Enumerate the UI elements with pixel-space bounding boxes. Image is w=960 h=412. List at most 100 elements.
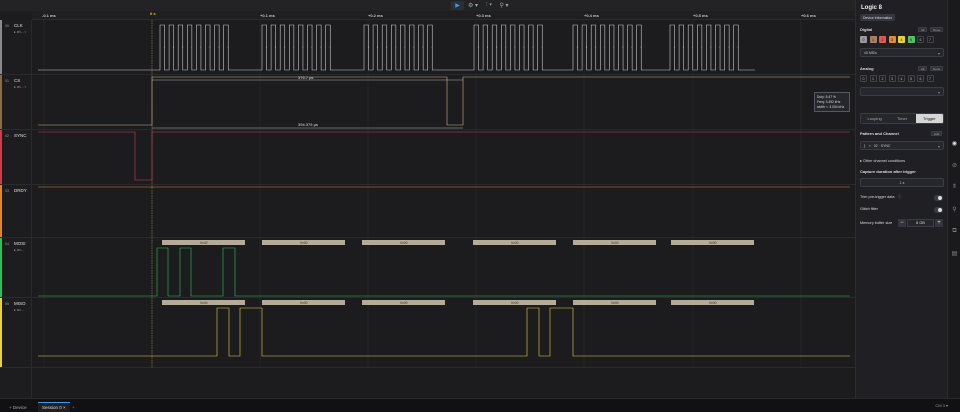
digital-channel-1[interactable]: 1 bbox=[869, 36, 877, 43]
add-session-button[interactable]: + bbox=[68, 402, 79, 412]
clk-edge-arrow: ↓ bbox=[613, 45, 615, 49]
decoded-byte-value: 0x00 bbox=[300, 301, 308, 305]
clk-edge-arrow: ↓ bbox=[377, 45, 379, 49]
mosi-decoded-bytes[interactable]: 0x42 0x00 0x00 0x00 0x00 0x00 bbox=[162, 240, 754, 245]
digital-channel-2[interactable]: 2 bbox=[879, 36, 886, 43]
digital-all-button[interactable]: All bbox=[918, 27, 928, 32]
marker-button[interactable]: ⚲ ▾ bbox=[498, 1, 510, 10]
cs-waveform bbox=[38, 76, 850, 126]
analog-channel-1[interactable]: 1 bbox=[869, 75, 877, 82]
clk-edge-arrow: ↓ bbox=[200, 45, 202, 49]
extensions-icon[interactable]: ⧉ bbox=[951, 228, 958, 235]
measurements-icon[interactable]: ⫪ bbox=[951, 184, 958, 191]
digital-sample-rate-select[interactable]: 40 MS/s ▾ bbox=[860, 48, 944, 57]
marker-icon: ⚲ ▾ bbox=[499, 3, 509, 9]
analog-channel-6[interactable]: 6 bbox=[917, 75, 924, 82]
clk-waveform bbox=[38, 24, 755, 71]
clk-edge-arrow: ↓ bbox=[683, 45, 685, 49]
capture-duration-label: Capture duration after trigger bbox=[860, 169, 916, 174]
miso-decoded-bytes[interactable]: 0x04 0x00 0x00 0x00 0x00 0x00 bbox=[162, 300, 754, 305]
analog-channel-7[interactable]: 7 bbox=[926, 75, 934, 82]
pattern-add-button[interactable]: Add bbox=[931, 131, 943, 136]
digital-channel-0[interactable]: 0 bbox=[860, 36, 867, 43]
trigger-channel-value: 02 · SYNC bbox=[873, 143, 891, 148]
clk-edge-arrow: ↓ bbox=[329, 45, 331, 49]
decoded-byte-value: 0x00 bbox=[511, 241, 519, 245]
capture-duration-input[interactable]: 1 s bbox=[860, 178, 944, 187]
clk-edge-arrow: ↓ bbox=[586, 45, 588, 49]
notes-icon[interactable]: ▤ bbox=[951, 250, 958, 257]
analog-channel-0[interactable]: 0 bbox=[860, 75, 867, 82]
trigger-settings-button[interactable]: ⫶ ▾ bbox=[482, 1, 496, 10]
digital-channel-4[interactable]: 4 bbox=[898, 36, 905, 43]
device-icon[interactable]: ◉ bbox=[951, 140, 958, 147]
decoded-byte-value: 0x00 bbox=[400, 301, 408, 305]
decoded-byte-value: 0x00 bbox=[400, 241, 408, 245]
clk-edge-arrow: ↓ bbox=[719, 45, 721, 49]
decoded-byte-value: 0x00 bbox=[511, 301, 519, 305]
device-tab[interactable]: + Device bbox=[5, 402, 31, 412]
device-settings-button[interactable]: ⚙ ▾ bbox=[467, 1, 479, 10]
glitch-filter-toggle[interactable] bbox=[934, 207, 943, 213]
digital-channel-5[interactable]: 5 bbox=[907, 36, 915, 43]
clk-edge-arrow: ↓ bbox=[275, 45, 277, 49]
tab-timer[interactable]: Timer bbox=[888, 114, 916, 123]
clk-edge-arrow: ↓ bbox=[266, 45, 268, 49]
clk-edge-arrow: ↓ bbox=[737, 45, 739, 49]
info-icon[interactable]: ⓘ bbox=[898, 195, 902, 200]
digital-channel-7[interactable]: 7 bbox=[926, 36, 934, 43]
clk-edge-arrow: ↓ bbox=[532, 45, 534, 49]
memory-buffer-label: Memory buffer size bbox=[860, 221, 893, 225]
clk-edge-arrow: ↓ bbox=[191, 45, 193, 49]
clk-edge-arrow: ↓ bbox=[577, 45, 579, 49]
digital-channel-3[interactable]: 3 bbox=[888, 36, 896, 43]
memory-decrease-button[interactable]: − bbox=[898, 219, 906, 227]
clk-edge-arrow: ↓ bbox=[541, 45, 543, 49]
decoded-byte-value: 0x42 bbox=[200, 241, 208, 245]
ruler-tick: +0.4 ms bbox=[584, 13, 599, 18]
decoded-byte-value: 0x00 bbox=[709, 301, 717, 305]
start-capture-button[interactable]: ▶ bbox=[451, 1, 464, 10]
trim-pretrigger-toggle[interactable] bbox=[934, 195, 943, 201]
clk-edge-arrow: ↓ bbox=[284, 45, 286, 49]
analog-channel-4[interactable]: 4 bbox=[898, 75, 905, 82]
side-icon-strip: ◉ ⊘ ⫪ ⚲ ⧉ ▤ bbox=[947, 0, 960, 398]
analog-sample-rate-select[interactable]: ▾ bbox=[860, 87, 944, 96]
analog-channel-2[interactable]: 2 bbox=[879, 75, 886, 82]
digital-channel-6[interactable]: 6 bbox=[917, 36, 924, 43]
trigger-channel-select[interactable]: ∫ ▾ 02 · SYNC ▾ bbox=[860, 141, 944, 150]
tab-trigger[interactable]: Trigger bbox=[915, 114, 943, 123]
rising-edge-icon[interactable]: ∫ bbox=[864, 144, 865, 148]
annotations-icon[interactable]: ⚲ bbox=[951, 206, 958, 213]
tab-looping[interactable]: Looping bbox=[861, 114, 889, 123]
analog-channel-5[interactable]: 5 bbox=[907, 75, 915, 82]
clk-edge-arrow: ↓ bbox=[395, 45, 397, 49]
analog-none-button[interactable]: None bbox=[930, 66, 944, 71]
mosi-waveform bbox=[38, 247, 850, 297]
digital-none-button[interactable]: None bbox=[930, 27, 944, 32]
time-grid bbox=[43, 20, 802, 368]
clk-edge-arrow: ↓ bbox=[514, 45, 516, 49]
memory-buffer-value[interactable]: 8 GB bbox=[907, 219, 934, 227]
top-toolbar: ▶ ⚙ ▾ ⫶ ▾ ⚲ ▾ bbox=[0, 0, 855, 11]
decoded-byte-value: 0x00 bbox=[709, 241, 717, 245]
clk-edge-arrow: ↓ bbox=[209, 45, 211, 49]
analyzers-icon[interactable]: ⊘ bbox=[951, 162, 958, 169]
analog-channel-3[interactable]: 3 bbox=[888, 75, 896, 82]
device-settings-panel: Logic 8 Device Information Digital All N… bbox=[855, 0, 947, 398]
memory-increase-button[interactable]: + bbox=[935, 219, 943, 227]
waveform-canvas[interactable]: ↓ ↓ ↓ ↓ ↓ ↓ ↓ ↓ ↓ ↓ ↓ ↓ ↓ ↓ ↓ ↓ ↓ ↓ ↓ ↓ ↓ ↓ ↓ ↓ ↓ ↓ ↓ ↓ ↓ ↓ ↓ ↓ ↓ ↓ ↓ ↓ ↓ ↓ ↓ ↓… bbox=[0, 20, 855, 398]
capture-mode-tabs: Looping Timer Trigger bbox=[860, 113, 944, 124]
ruler-tick: +0.5 ms bbox=[693, 13, 708, 18]
clk-edge-arrow: ↓ bbox=[164, 45, 166, 49]
decoded-byte-value: 0x00 bbox=[300, 241, 308, 245]
time-ruler[interactable]: -0.1 ms 0 s +0.1 ms +0.2 ms +0.3 ms +0.4… bbox=[32, 11, 855, 20]
cs-period-label: 394.375 µs bbox=[298, 122, 318, 127]
trigger-time-label: 0 s bbox=[150, 11, 156, 16]
session-tab[interactable]: Session 0 × bbox=[38, 402, 70, 412]
clk-edge-arrow: ↓ bbox=[487, 45, 489, 49]
device-information-button[interactable]: Device Information bbox=[860, 14, 896, 21]
other-channel-conditions-toggle[interactable]: ▸ Other channel conditions bbox=[860, 158, 905, 163]
clk-edge-arrow: ↓ bbox=[293, 45, 295, 49]
analog-all-button[interactable]: All bbox=[918, 66, 928, 71]
